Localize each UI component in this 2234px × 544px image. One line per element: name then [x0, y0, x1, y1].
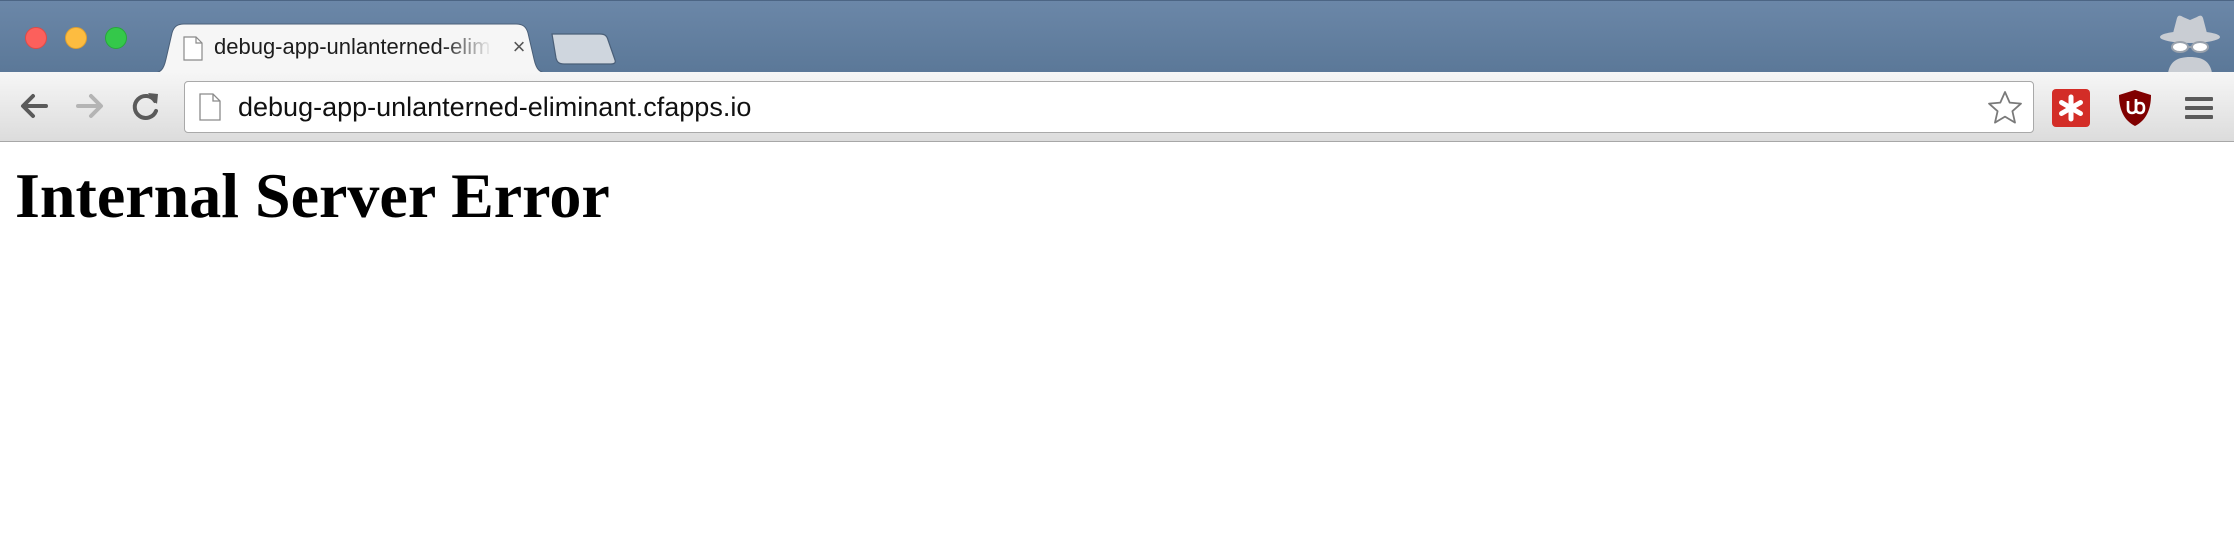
reload-button[interactable]: [124, 84, 168, 128]
ublock-extension-button[interactable]: [2116, 89, 2154, 127]
page-content: Internal Server Error: [0, 142, 2234, 544]
bookmark-star-icon[interactable]: [1987, 90, 2023, 126]
hamburger-menu-button[interactable]: [2181, 89, 2217, 127]
window-maximize-button[interactable]: [105, 27, 127, 49]
new-tab-button[interactable]: [550, 33, 620, 65]
back-button[interactable]: [12, 84, 56, 128]
back-arrow-icon: [21, 94, 48, 118]
forward-button[interactable]: [68, 84, 112, 128]
reload-icon: [132, 93, 158, 120]
tab-active[interactable]: debug-app-unlanterned-eliminant.cfapps.i…: [148, 23, 553, 74]
forward-arrow-icon: [76, 94, 103, 118]
lastpass-extension-button[interactable]: [2052, 89, 2090, 127]
asterisk-icon: [2052, 89, 2090, 127]
page-icon: [199, 93, 221, 126]
tab-strip: debug-app-unlanterned-eliminant.cfapps.i…: [0, 0, 2234, 74]
browser-toolbar: debug-app-unlanterned-eliminant.cfapps.i…: [0, 72, 2234, 142]
tab-title: debug-app-unlanterned-eliminant.cfapps.i…: [214, 34, 492, 59]
browser-window: debug-app-unlanterned-eliminant.cfapps.i…: [0, 0, 2234, 544]
window-minimize-button[interactable]: [65, 27, 87, 49]
tab-close-icon[interactable]: ×: [506, 34, 532, 60]
url-text[interactable]: debug-app-unlanterned-eliminant.cfapps.i…: [238, 91, 751, 123]
page-icon: [183, 36, 203, 66]
page-heading: Internal Server Error: [15, 160, 610, 231]
window-close-button[interactable]: [25, 27, 47, 49]
shield-icon: [2119, 90, 2151, 126]
new-tab-icon: [551, 33, 616, 65]
incognito-icon: [2158, 13, 2222, 73]
hamburger-menu-icon: [2185, 97, 2213, 119]
address-bar[interactable]: debug-app-unlanterned-eliminant.cfapps.i…: [184, 81, 2034, 133]
